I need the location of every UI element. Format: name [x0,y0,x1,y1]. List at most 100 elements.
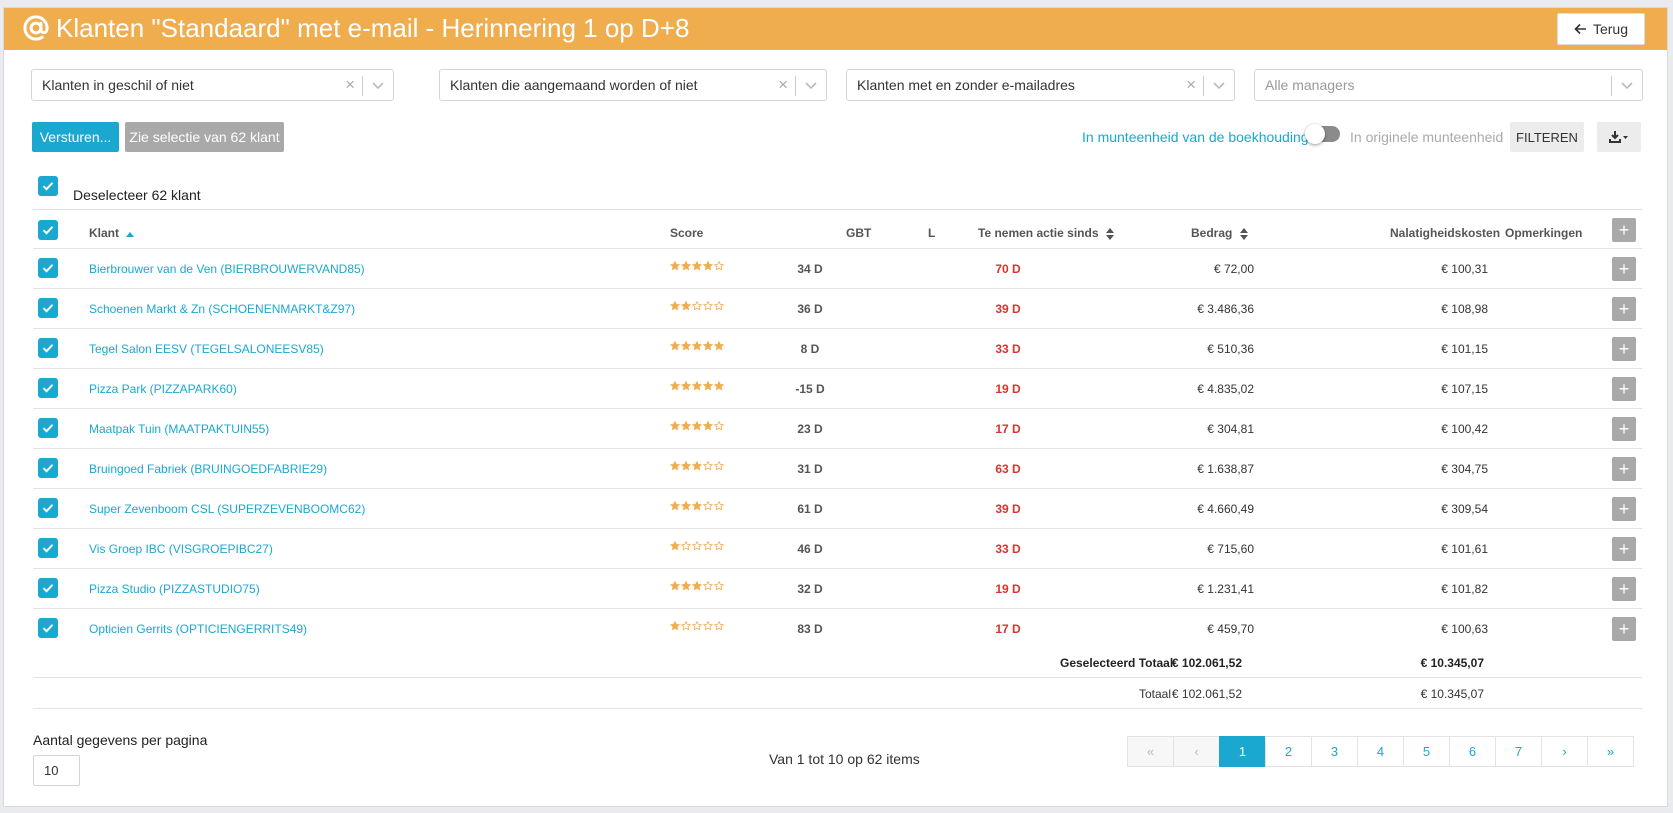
row-add-button[interactable]: + [1612,537,1636,561]
gbt-value: 31 D [797,462,823,476]
total-bedrag: € 102.061,52 [1171,687,1242,701]
row-add-button[interactable]: + [1612,257,1636,281]
page-first-button[interactable]: « [1127,736,1174,767]
action-since-value: 70 D [995,262,1021,276]
row-divider [33,448,1642,449]
view-selection-button[interactable]: Zie selectie van 62 klant [125,122,284,152]
page-prev-button[interactable]: ‹ [1173,736,1220,767]
page-5-button[interactable]: 5 [1403,736,1450,767]
customer-link[interactable]: Schoenen Markt & Zn (SCHOENENMARKT&Z97) [89,302,355,316]
late-fee-value: € 108,98 [1441,302,1488,316]
sort-asc-icon [126,231,135,237]
chevron-down-icon[interactable] [804,78,818,92]
action-since-value: 17 D [995,422,1021,436]
late-fee-value: € 100,31 [1441,262,1488,276]
page-2-button[interactable]: 2 [1265,736,1312,767]
filter-dispute-select[interactable]: Klanten in geschil of niet × [31,69,394,101]
row-add-button[interactable]: + [1612,297,1636,321]
send-button[interactable]: Versturen... [32,122,119,152]
customer-link[interactable]: Bruingoed Fabriek (BRUINGOEDFABRIE29) [89,462,327,476]
customer-link[interactable]: Vis Groep IBC (VISGROEPIBC27) [89,542,273,556]
row-add-button[interactable]: + [1612,577,1636,601]
gbt-value: -15 D [795,382,825,396]
column-header-opmerkingen: Opmerkingen [1505,226,1583,240]
customer-link[interactable]: Pizza Studio (PIZZASTUDIO75) [89,582,260,596]
filter-manager-select[interactable]: Alle managers [1254,69,1643,101]
customer-link[interactable]: Pizza Park (PIZZAPARK60) [89,382,237,396]
column-header-score: Score [670,226,704,240]
late-fee-value: € 100,42 [1441,422,1488,436]
page-title: Klanten "Standaard" met e-mail - Herinne… [56,13,690,43]
row-add-button[interactable]: + [1612,417,1636,441]
pagination: « ‹ 1 2 3 4 5 6 7 › » [1127,736,1634,767]
select-all-checkbox[interactable] [38,220,58,240]
row-add-button[interactable]: + [1612,457,1636,481]
star-filled-icon [692,381,702,391]
score-stars [670,301,724,311]
clear-icon[interactable]: × [345,75,355,95]
main-panel: Klanten "Standaard" met e-mail - Herinne… [3,7,1668,807]
row-checkbox[interactable] [38,618,58,638]
page-last-button[interactable]: » [1587,736,1634,767]
chevron-down-icon[interactable] [371,78,385,92]
row-checkbox[interactable] [38,298,58,318]
chevron-down-icon[interactable] [1620,78,1634,92]
row-checkbox[interactable] [38,418,58,438]
page-4-button[interactable]: 4 [1357,736,1404,767]
page-6-button[interactable]: 6 [1449,736,1496,767]
page-next-button[interactable]: › [1541,736,1588,767]
row-add-button[interactable]: + [1612,377,1636,401]
clear-icon[interactable]: × [1186,75,1196,95]
customer-link[interactable]: Super Zevenboom CSL (SUPERZEVENBOOMC62) [89,502,365,516]
table-row: Bierbrouwer van de Ven (BIERBROUWERVAND8… [33,249,1642,289]
gbt-value: 34 D [797,262,823,276]
back-button[interactable]: Terug [1557,13,1645,45]
row-checkbox[interactable] [38,378,58,398]
amount-value: € 4.660,49 [1197,502,1254,516]
star-empty-icon [692,301,702,311]
add-column-button[interactable]: + [1612,218,1636,242]
table-row: Schoenen Markt & Zn (SCHOENENMARKT&Z97) 3… [33,288,1642,329]
score-stars [670,381,724,391]
action-since-value: 39 D [995,302,1021,316]
row-checkbox[interactable] [38,578,58,598]
column-header-bedrag[interactable]: Bedrag [1191,226,1248,240]
customer-link[interactable]: Bierbrouwer van de Ven (BIERBROUWERVAND8… [89,262,365,276]
currency-toggle[interactable] [1305,124,1340,144]
amount-value: € 304,81 [1207,422,1254,436]
currency-accounting-label[interactable]: In munteenheid van de boekhouding [1082,129,1309,145]
customer-link[interactable]: Tegel Salon EESV (TEGELSALONEESV85) [89,342,324,356]
row-checkbox[interactable] [38,338,58,358]
filter-email-select[interactable]: Klanten met en zonder e-mailadres × [846,69,1235,101]
page-7-button[interactable]: 7 [1495,736,1542,767]
row-add-button[interactable]: + [1612,617,1636,641]
row-add-button[interactable]: + [1612,337,1636,361]
score-stars [670,261,724,271]
row-checkbox[interactable] [38,458,58,478]
column-header-actie[interactable]: Te nemen actie sinds [978,226,1114,240]
customer-link[interactable]: Opticien Gerrits (OPTICIENGERRITS49) [89,622,307,636]
page-3-button[interactable]: 3 [1311,736,1358,767]
row-checkbox[interactable] [38,498,58,518]
row-add-button[interactable]: + [1612,497,1636,521]
check-icon [42,182,54,191]
star-empty-icon [714,501,724,511]
currency-original-label[interactable]: In originele munteenheid [1350,129,1503,145]
clear-icon[interactable]: × [778,75,788,95]
row-divider [33,328,1642,329]
deselect-all-checkbox[interactable] [38,176,58,196]
score-stars [670,581,724,591]
filter-reminder-select[interactable]: Klanten die aangemaand worden of niet × [439,69,827,101]
star-filled-icon [692,421,702,431]
chevron-down-icon[interactable] [1212,78,1226,92]
per-page-input[interactable]: 10 [33,755,80,786]
per-page-label: Aantal gegevens per pagina [33,732,208,748]
download-button[interactable] [1597,122,1641,152]
star-empty-icon [714,261,724,271]
column-header-klant[interactable]: Klant [89,226,135,240]
page-1-button[interactable]: 1 [1219,736,1266,767]
customer-link[interactable]: Maatpak Tuin (MAATPAKTUIN55) [89,422,269,436]
row-checkbox[interactable] [38,538,58,558]
filter-button[interactable]: FILTEREN [1510,122,1584,152]
row-checkbox[interactable] [38,258,58,278]
